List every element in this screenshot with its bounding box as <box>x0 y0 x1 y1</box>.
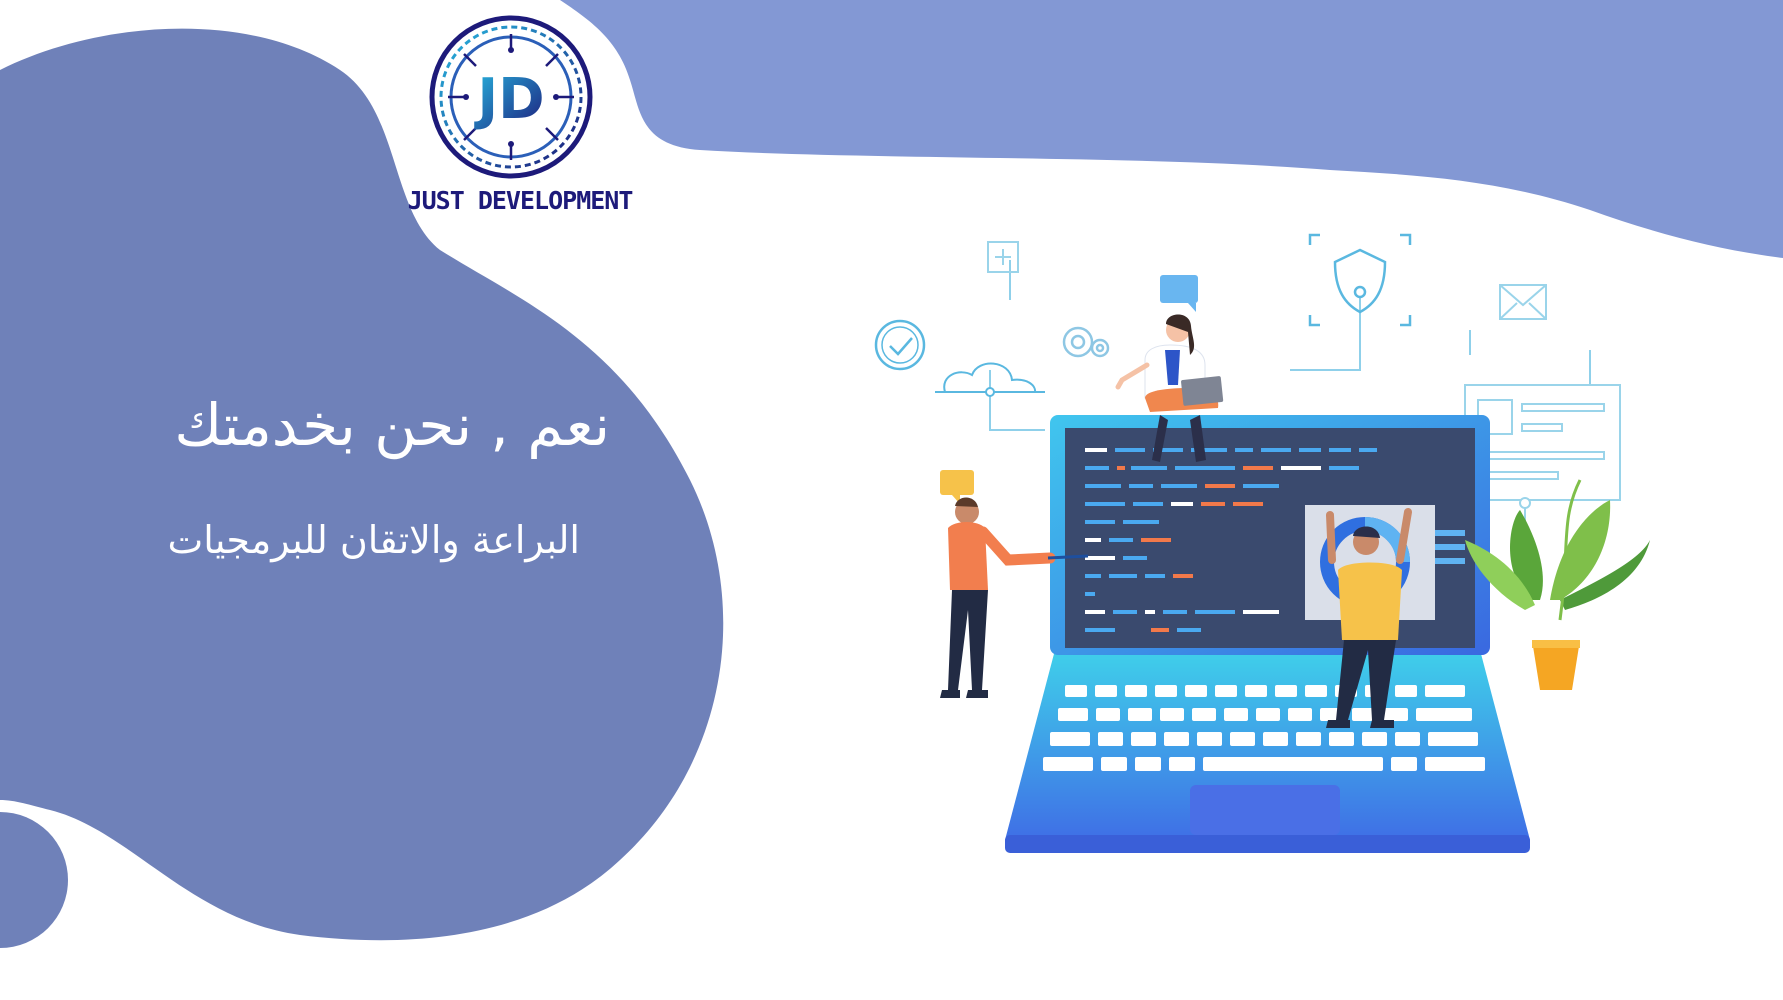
developer-team-illustration <box>874 233 1650 853</box>
chat-bubble-icon <box>1160 275 1198 312</box>
shield-icon <box>1308 233 1412 327</box>
check-icon <box>874 319 926 371</box>
bottom-left-blob <box>0 812 68 948</box>
mail-icon <box>1499 284 1547 320</box>
left-blob <box>0 28 724 941</box>
gear-icon <box>1062 326 1110 358</box>
plant-icon <box>1465 479 1650 690</box>
brand-name: JUST DEVELOPMENT <box>407 186 634 215</box>
brand-logo: JD <box>429 15 593 179</box>
logo-monogram: JD <box>473 67 544 132</box>
hero-headline: نعم , نحن بخدمتك <box>174 391 610 459</box>
hero-subline: البراعة والاتقان للبرمجيات <box>167 518 581 562</box>
laptop-trackpad <box>1190 785 1340 835</box>
plus-icon <box>987 241 1019 273</box>
